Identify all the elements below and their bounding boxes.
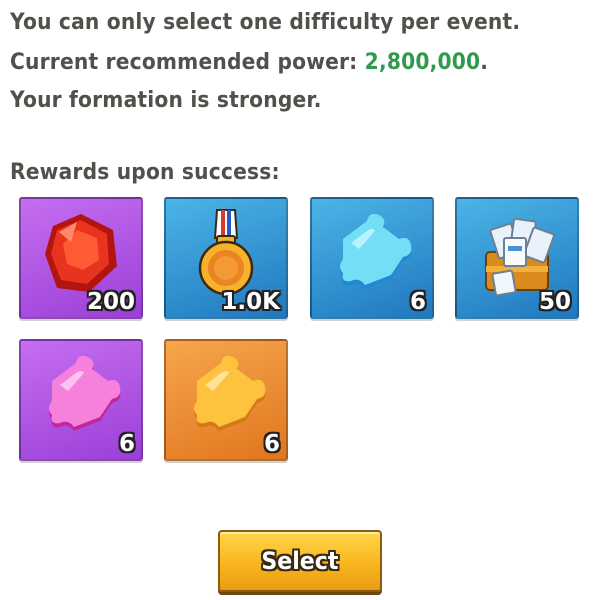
reward-item-orange-puzzle[interactable]: 6 xyxy=(164,339,288,461)
reward-item-medal[interactable]: 1.0K xyxy=(164,197,288,319)
formation-strength-note: Your formation is stronger. xyxy=(10,88,322,113)
reward-item-pink-puzzle[interactable]: 6 xyxy=(19,339,143,461)
exp-books-chest-icon xyxy=(485,218,555,297)
reward-item-gems[interactable]: 200 xyxy=(19,197,143,319)
red-gem-icon xyxy=(45,214,117,293)
reward-quantity: 50 xyxy=(538,289,571,315)
reward-quantity: 6 xyxy=(409,289,426,315)
reward-quantity: 6 xyxy=(263,431,280,457)
select-button-label: Select xyxy=(261,547,339,575)
recommended-power-value: 2,800,000 xyxy=(364,50,481,75)
blue-puzzle-piece-icon xyxy=(340,214,412,290)
pink-puzzle-piece-icon xyxy=(49,356,121,432)
orange-puzzle-piece-icon xyxy=(194,356,266,432)
recommended-power-line: Current recommended power: 2,800,000. xyxy=(10,50,488,75)
select-button[interactable]: Select xyxy=(218,530,382,592)
reward-quantity: 1.0K xyxy=(221,289,280,315)
recommended-power-period: . xyxy=(480,50,489,75)
gold-medal-icon xyxy=(198,209,254,296)
reward-quantity: 6 xyxy=(118,431,135,457)
difficulty-note: You can only select one difficulty per e… xyxy=(10,10,521,35)
recommended-power-label: Current recommended power: xyxy=(10,50,365,75)
reward-item-blue-puzzle[interactable]: 6 xyxy=(310,197,434,319)
reward-item-exp-books[interactable]: 50 xyxy=(455,197,579,319)
reward-quantity: 200 xyxy=(86,289,135,315)
rewards-title: Rewards upon success: xyxy=(10,160,280,185)
